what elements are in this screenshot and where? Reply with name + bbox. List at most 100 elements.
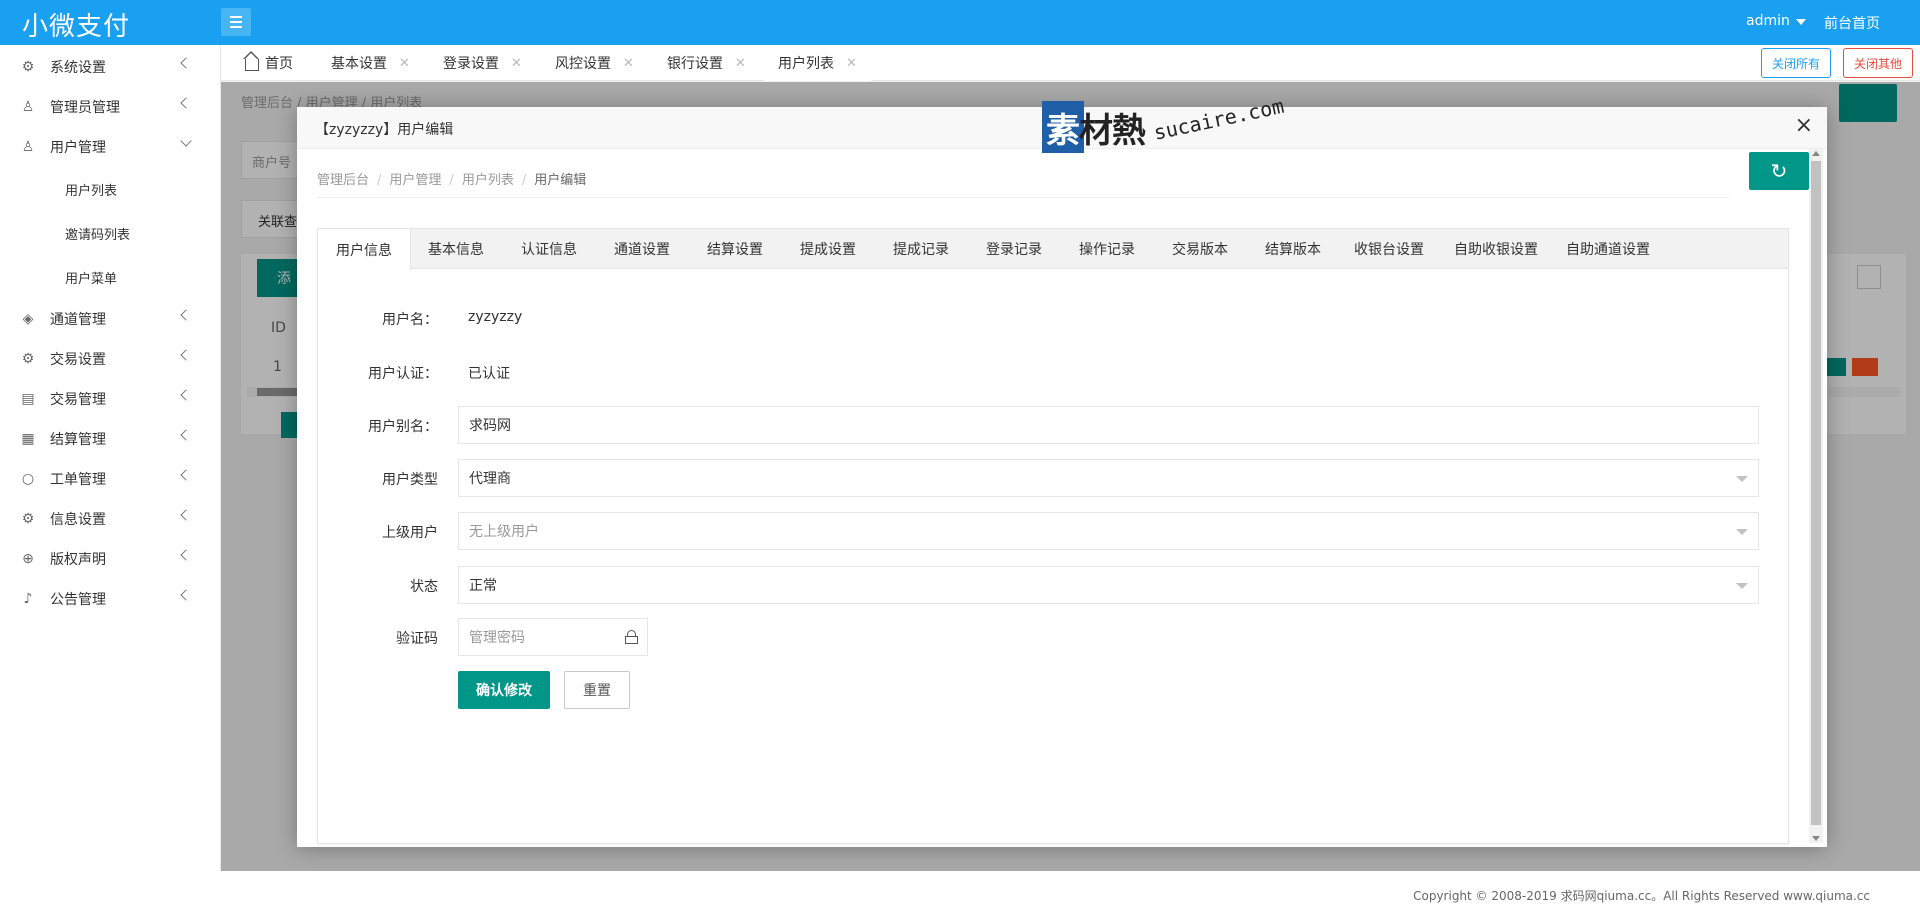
breadcrumb-item[interactable]: 用户管理 bbox=[389, 173, 441, 188]
modal-scrollbar[interactable] bbox=[1809, 149, 1823, 843]
sidebar-item-user-management[interactable]: ♙ 用户管理 bbox=[0, 127, 220, 167]
user-type-select[interactable]: 代理商 bbox=[458, 459, 1759, 497]
sidebar-subitem-user-list[interactable]: 用户列表 bbox=[0, 167, 220, 211]
cube-icon: ◈ bbox=[22, 311, 34, 327]
user-icon: ♙ bbox=[21, 99, 35, 115]
tab-self-channel-settings[interactable]: 自助通道设置 bbox=[1566, 229, 1650, 269]
tab-cashier-settings[interactable]: 收银台设置 bbox=[1354, 229, 1424, 269]
close-icon[interactable]: ✕ bbox=[735, 56, 746, 71]
chevron-left-icon bbox=[180, 589, 192, 601]
scroll-up-icon[interactable] bbox=[1812, 151, 1820, 156]
chevron-left-icon bbox=[180, 97, 192, 109]
tab-login-settings[interactable]: 登录设置 ✕ bbox=[443, 45, 522, 81]
tab-commission-records[interactable]: 提成记录 bbox=[893, 229, 949, 269]
sidebar-item-settlement-management[interactable]: ▦ 结算管理 bbox=[0, 419, 220, 459]
tab-label: 首页 bbox=[265, 56, 293, 72]
parent-user-value: 无上级用户 bbox=[469, 524, 539, 540]
confirm-edit-button[interactable]: 确认修改 bbox=[458, 671, 550, 709]
sidebar: ⚙ 系统设置 ♙ 管理员管理 ♙ 用户管理 用户列表 邀请码列表 用户菜单 ◈ … bbox=[0, 45, 221, 871]
sidebar-item-system-settings[interactable]: ⚙ 系统设置 bbox=[0, 47, 220, 87]
chevron-left-icon bbox=[180, 469, 192, 481]
sidebar-subitem-user-menu[interactable]: 用户菜单 bbox=[0, 255, 220, 299]
captcha-input[interactable]: 管理密码 bbox=[458, 618, 648, 656]
breadcrumb-item[interactable]: 用户列表 bbox=[462, 173, 514, 188]
tab-user-list[interactable]: 用户列表 ✕ bbox=[764, 45, 871, 81]
user-menu[interactable]: admin bbox=[1746, 13, 1806, 29]
alias-input[interactable]: 求码网 bbox=[458, 406, 1759, 444]
modal-body: 管理后台 / 用户管理 / 用户列表 / 用户编辑 ↻ 用户信息 基本信息 认证信息 通道设… bbox=[317, 149, 1809, 847]
scrollbar-thumb[interactable] bbox=[1811, 161, 1821, 825]
chevron-down-icon bbox=[180, 135, 192, 147]
breadcrumb-current: 用户编辑 bbox=[534, 173, 587, 188]
chevron-left-icon bbox=[180, 57, 192, 69]
tab-home[interactable]: 首页 bbox=[243, 45, 293, 81]
edit-tabs: 用户信息 基本信息 认证信息 通道设置 结算设置 提成设置 提成记录 登录记录 … bbox=[318, 229, 1788, 270]
status-select[interactable]: 正常 bbox=[458, 566, 1759, 604]
tab-auth-info[interactable]: 认证信息 bbox=[521, 229, 577, 269]
close-other-tabs-button[interactable]: 关闭其他 bbox=[1843, 48, 1913, 78]
close-icon[interactable]: × bbox=[1795, 115, 1813, 137]
sidebar-item-copyright[interactable]: ⊕ 版权声明 bbox=[0, 539, 220, 579]
chevron-left-icon bbox=[180, 349, 192, 361]
menu-toggle-button[interactable] bbox=[221, 8, 251, 36]
calendar-icon: ▦ bbox=[21, 431, 35, 447]
scroll-down-icon[interactable] bbox=[1812, 836, 1820, 841]
parent-user-select[interactable]: 无上级用户 bbox=[458, 512, 1759, 550]
status-label: 状态 bbox=[410, 579, 438, 595]
close-icon[interactable]: ✕ bbox=[511, 56, 522, 71]
close-icon[interactable]: ✕ bbox=[623, 56, 634, 71]
modal-title: 【zyzyzzy】用户编辑 bbox=[315, 122, 454, 138]
tab-label: 用户列表 bbox=[778, 56, 834, 72]
sidebar-item-trade-settings[interactable]: ⚙ 交易设置 bbox=[0, 339, 220, 379]
tab-login-records[interactable]: 登录记录 bbox=[986, 229, 1042, 269]
sidebar-item-admin-management[interactable]: ♙ 管理员管理 bbox=[0, 87, 220, 127]
tab-label: 基本设置 bbox=[331, 56, 387, 72]
sidebar-item-label: 用户管理 bbox=[50, 140, 106, 156]
captcha-label: 验证码 bbox=[396, 631, 438, 647]
tab-settlement-version[interactable]: 结算版本 bbox=[1265, 229, 1321, 269]
auth-status-value: 已认证 bbox=[468, 366, 510, 382]
chevron-left-icon bbox=[180, 509, 192, 521]
close-all-tabs-button[interactable]: 关闭所有 bbox=[1761, 48, 1831, 78]
sidebar-item-label: 版权声明 bbox=[50, 552, 106, 568]
tab-user-info[interactable]: 用户信息 bbox=[318, 229, 411, 270]
tab-commission-settings[interactable]: 提成设置 bbox=[800, 229, 856, 269]
app-logo[interactable]: 小微支付 bbox=[22, 6, 130, 43]
lock-icon bbox=[625, 630, 638, 644]
tab-self-cashier-settings[interactable]: 自助收银设置 bbox=[1454, 229, 1538, 269]
refresh-button[interactable]: ↻ bbox=[1749, 152, 1809, 190]
sidebar-item-label: 信息设置 bbox=[50, 512, 106, 528]
breadcrumb-item[interactable]: 管理后台 bbox=[317, 173, 369, 188]
close-icon[interactable]: ✕ bbox=[399, 56, 410, 71]
sidebar-item-announcements[interactable]: ♪ 公告管理 bbox=[0, 579, 220, 619]
copyright-text: Copyright © 2008-2019 求码网qiuma.cc。All Ri… bbox=[1413, 889, 1870, 903]
sidebar-item-ticket-management[interactable]: ○ 工单管理 bbox=[0, 459, 220, 499]
clipboard-icon: ▤ bbox=[21, 391, 35, 407]
caret-down-icon bbox=[1736, 583, 1748, 589]
sidebar-subitem-invite-codes[interactable]: 邀请码列表 bbox=[0, 211, 220, 255]
tab-bank-settings[interactable]: 银行设置 ✕ bbox=[667, 45, 746, 81]
bell-icon: ♪ bbox=[23, 591, 33, 607]
sidebar-item-label: 交易设置 bbox=[50, 352, 106, 368]
sidebar-item-channel-management[interactable]: ◈ 通道管理 bbox=[0, 299, 220, 339]
reset-button[interactable]: 重置 bbox=[564, 671, 630, 709]
close-icon[interactable]: ✕ bbox=[846, 56, 857, 71]
tab-operation-records[interactable]: 操作记录 bbox=[1079, 229, 1135, 269]
tab-settlement-settings[interactable]: 结算设置 bbox=[707, 229, 763, 269]
circle-icon: ○ bbox=[21, 471, 35, 487]
page-tabs-bar: 首页 基本设置 ✕ 登录设置 ✕ 风控设置 ✕ 银行设置 ✕ 用户列表 ✕ bbox=[221, 45, 1920, 81]
front-page-link[interactable]: 前台首页 bbox=[1824, 13, 1880, 33]
breadcrumb: 管理后台 / 用户管理 / 用户列表 / 用户编辑 bbox=[317, 173, 587, 188]
tab-channel-settings[interactable]: 通道设置 bbox=[614, 229, 670, 269]
sidebar-item-info-settings[interactable]: ⚙ 信息设置 bbox=[0, 499, 220, 539]
users-icon: ♙ bbox=[21, 139, 35, 155]
chevron-left-icon bbox=[180, 389, 192, 401]
tab-trade-version[interactable]: 交易版本 bbox=[1172, 229, 1228, 269]
auth-label: 用户认证： bbox=[368, 366, 438, 382]
tab-basic-settings[interactable]: 基本设置 ✕ bbox=[331, 45, 410, 81]
tab-basic-info[interactable]: 基本信息 bbox=[428, 229, 484, 269]
tab-risk-settings[interactable]: 风控设置 ✕ bbox=[555, 45, 634, 81]
watermark-zh: 素材熱 bbox=[1046, 111, 1146, 151]
username-value: zyzyzzy bbox=[468, 309, 523, 325]
sidebar-item-trade-management[interactable]: ▤ 交易管理 bbox=[0, 379, 220, 419]
